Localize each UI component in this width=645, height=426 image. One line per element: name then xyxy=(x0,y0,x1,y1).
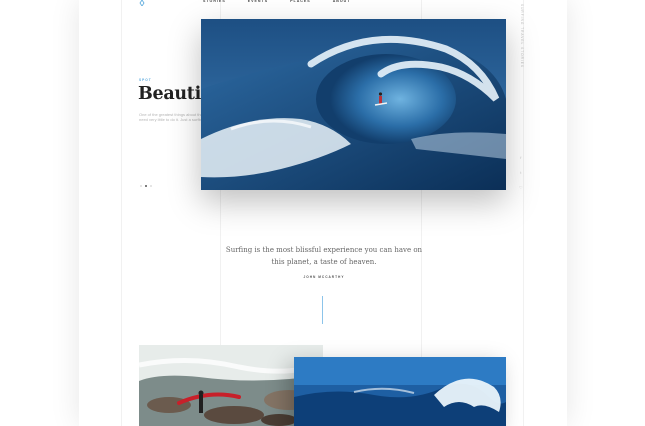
slider-dot[interactable] xyxy=(150,185,152,187)
surf-logo-icon[interactable] xyxy=(139,0,145,6)
vertical-side-text: SURFING TRAVEL STORIES xyxy=(520,4,524,69)
main-nav: STORIES EVENTS PLACES ABOUT xyxy=(203,0,350,3)
quote-text: Surfing is the most blissful experience … xyxy=(225,246,423,266)
wave-crash-photo xyxy=(294,357,506,426)
facebook-icon[interactable]: f xyxy=(520,156,521,160)
nav-item-about[interactable]: ABOUT xyxy=(333,0,351,3)
heart-icon[interactable]: ♡ xyxy=(519,186,523,190)
social-links: f t ♡ xyxy=(519,156,523,190)
slider-dot-active[interactable] xyxy=(145,185,147,187)
wave-crash-illustration xyxy=(294,357,506,426)
slider-dots xyxy=(140,185,152,187)
nav-item-events[interactable]: EVENTS xyxy=(248,0,268,3)
nav-item-stories[interactable]: STORIES xyxy=(203,0,226,3)
grid-line xyxy=(121,0,122,426)
wave-illustration xyxy=(201,19,506,190)
accent-divider xyxy=(322,296,323,324)
twitter-icon[interactable]: t xyxy=(520,171,521,175)
quote-author: JOHN MCCARTHY xyxy=(303,275,345,279)
hero-wave-image xyxy=(201,19,506,190)
page-frame: STORIES EVENTS PLACES ABOUT SURFING TRAV… xyxy=(79,0,567,426)
slider-dot[interactable] xyxy=(140,185,142,187)
hero-kicker: SPOT xyxy=(139,78,152,82)
nav-item-places[interactable]: PLACES xyxy=(290,0,311,3)
